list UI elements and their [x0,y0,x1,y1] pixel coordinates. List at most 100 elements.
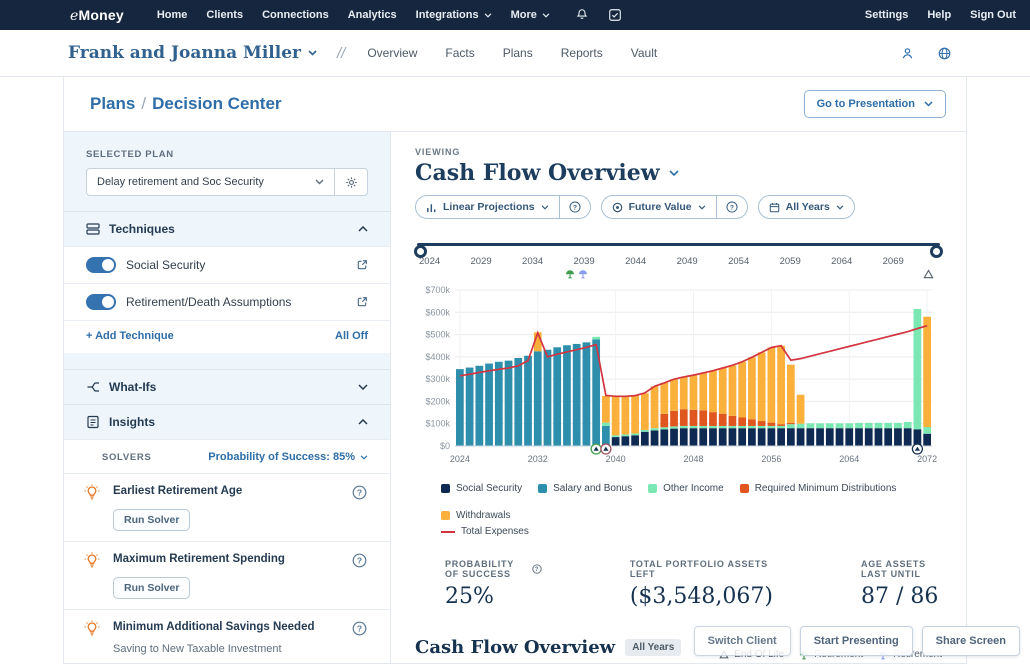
svg-text:?: ? [356,555,361,565]
tab-plans[interactable]: Plans [503,46,533,60]
slider-track[interactable] [417,243,940,246]
all-off-link[interactable]: All Off [335,330,368,342]
legend-label: Social Security [456,483,522,494]
svg-text:?: ? [356,623,361,633]
info-circle-icon[interactable]: ? [716,196,747,218]
slider-year: 2069 [883,256,904,267]
insights-section-header[interactable]: Insights [64,405,390,439]
techniques-links-row: + Add Technique All Off [64,320,390,353]
stat-total-portfolio-assets-left: TOTAL PORTFOLIO ASSETS LEFT ($3,548,067) [630,559,773,609]
share-screen-button[interactable]: Share Screen [922,626,1020,656]
slider-handle-end[interactable] [930,245,943,258]
notifications-bell-icon[interactable] [575,8,589,22]
value-mode-dropdown[interactable]: Future Value ? [601,195,748,219]
person-icon[interactable] [900,46,915,61]
switch-client-button[interactable]: Switch Client [694,626,791,656]
years-range-dropdown[interactable]: All Years [758,195,855,219]
branch-icon [86,380,100,394]
selected-plan-select[interactable]: Delay retirement and Soc Security [86,168,335,196]
help-circle-icon[interactable]: ? [350,551,368,569]
view-options: Linear Projections ? Future Value ? [415,195,942,219]
external-link-icon[interactable] [356,296,368,308]
retirement-umbrella-icon-blue [578,269,588,279]
retirement-death-toggle[interactable] [86,294,116,310]
slider-year: 2059 [780,256,801,267]
chevron-down-icon [358,384,368,390]
svg-text:$100k: $100k [425,419,450,429]
nav-analytics[interactable]: Analytics [348,9,397,21]
nav-home[interactable]: Home [157,9,188,21]
client-name-dropdown[interactable]: Frank and Joanna Miller [68,43,317,63]
chevron-down-icon [360,455,368,460]
probability-of-success-label: Probability of Success: 85% [208,451,355,463]
projection-mode-dropdown[interactable]: Linear Projections ? [415,195,591,219]
nav-sign-out[interactable]: Sign Out [970,9,1016,21]
nav-help[interactable]: Help [927,9,951,21]
client-bar-icons [900,46,952,61]
help-circle-icon[interactable]: ? [350,483,368,501]
legend-label: Total Expenses [461,526,529,537]
help-circle-icon[interactable]: ? [350,619,368,637]
page-header: Plans/Decision Center Go to Presentation [64,77,966,132]
go-to-presentation-button[interactable]: Go to Presentation [804,90,946,118]
svg-text:2024: 2024 [450,454,470,464]
tab-facts[interactable]: Facts [445,46,474,60]
svg-text:$0: $0 [440,441,450,451]
solver-title: Earliest Retirement Age [113,483,341,501]
nav-more[interactable]: More [511,9,550,21]
view-title-dropdown[interactable]: Cash Flow Overview [415,160,942,186]
chevron-down-icon [315,179,324,185]
cash-flow-chart[interactable]: $0$100k$200k$300k$400k$500k$600k$700k202… [415,282,938,478]
add-technique-link[interactable]: + Add Technique [86,330,174,342]
nav-clients[interactable]: Clients [206,9,243,21]
go-to-presentation-label: Go to Presentation [817,98,915,110]
chevron-down-icon [836,205,844,210]
tab-vault[interactable]: Vault [631,46,657,60]
globe-icon[interactable] [937,46,952,61]
legend-swatch [441,484,450,493]
tab-reports[interactable]: Reports [561,46,603,60]
svg-text:$600k: $600k [425,307,450,317]
calendar-icon [769,202,780,213]
info-circle-icon[interactable]: ? [532,564,542,574]
techniques-section-header[interactable]: Techniques [64,211,390,246]
client-name-label: Frank and Joanna Miller [68,43,301,63]
selected-plan-value: Delay retirement and Soc Security [97,176,264,188]
plan-settings-button[interactable] [335,168,368,196]
nav-connections[interactable]: Connections [262,9,329,21]
gear-icon [345,176,358,189]
all-years-badge: All Years [625,639,681,656]
legend-label: Withdrawals [456,510,510,521]
nav-settings[interactable]: Settings [865,9,908,21]
start-presenting-button[interactable]: Start Presenting [800,626,913,656]
technique-row-retirement-death: Retirement/Death Assumptions [64,283,390,320]
slider-year: 2049 [677,256,698,267]
target-icon [612,202,623,213]
emoney-logo[interactable]: eMoney [70,7,124,24]
breadcrumb-plans-link[interactable]: Plans [90,94,135,113]
info-circle-icon[interactable]: ? [559,196,590,218]
legend-swatch [538,484,547,493]
legend-total-expenses: Total Expenses [441,526,529,537]
nav-integrations[interactable]: Integrations [416,9,492,21]
tasks-check-icon[interactable] [608,8,622,22]
breadcrumb-separator: / [135,94,152,113]
main-panel: VIEWING Cash Flow Overview Linear Projec… [391,132,966,663]
svg-text:2048: 2048 [683,454,703,464]
assumptions-label: Assumptions [113,662,183,663]
sidebar-gap [64,353,390,369]
legend-label: Required Minimum Distributions [755,483,897,494]
assumptions-dropdown[interactable]: Assumptions [113,662,341,663]
legend-withdrawals: Withdrawals [441,510,510,521]
whatifs-section-header[interactable]: What-Ifs [64,369,390,405]
sidebar: SELECTED PLAN Delay retirement and Soc S… [64,132,391,663]
run-solver-button[interactable]: Run Solver [113,577,190,599]
tab-overview[interactable]: Overview [367,46,417,60]
insights-title: Insights [109,415,155,429]
decision-center-container: Plans/Decision Center Go to Presentation… [63,77,967,664]
svg-text:?: ? [730,204,734,211]
social-security-toggle[interactable] [86,257,116,273]
run-solver-button[interactable]: Run Solver [113,509,190,531]
external-link-icon[interactable] [356,259,368,271]
probability-of-success-dropdown[interactable]: Probability of Success: 85% [208,451,368,463]
